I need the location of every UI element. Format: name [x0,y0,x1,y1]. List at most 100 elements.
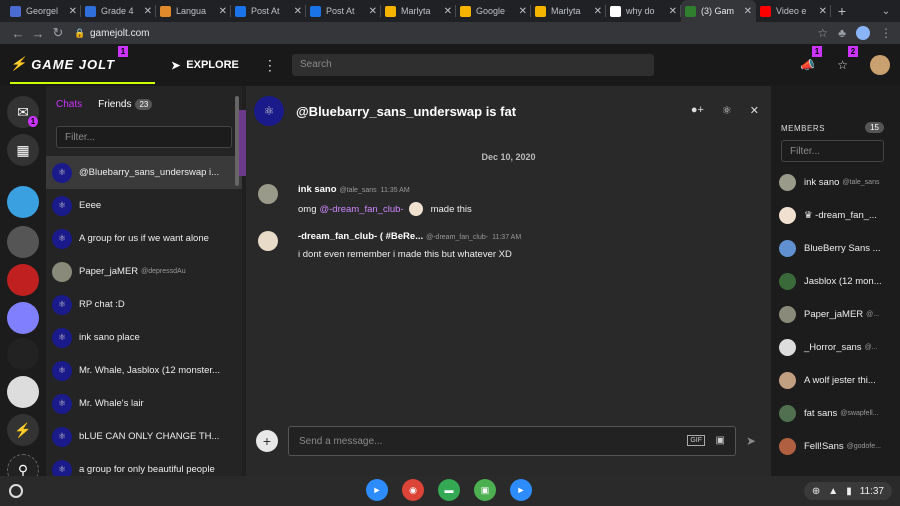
chat-list-item[interactable]: ⚛ ink sano place [46,321,242,354]
tab-close-icon[interactable]: ✕ [369,6,377,17]
bookmark-star-icon[interactable]: ☆ [817,26,828,40]
tab-close-icon[interactable]: ✕ [144,6,152,17]
member-item[interactable]: ink sano @tale_sans [771,166,900,199]
more-menu-icon[interactable]: ⋮ [263,57,277,74]
browser-tab[interactable]: Marlyta ✕ [381,0,456,22]
add-attachment-button[interactable]: + [256,430,278,452]
group-chat-icon: ⚛ [52,426,72,447]
add-member-icon[interactable]: ●+ [691,104,704,117]
user-avatar[interactable] [870,55,890,75]
community-avatar-6[interactable] [7,376,39,408]
chat-list-item[interactable]: ⚛ A group for us if we want alone [46,222,242,255]
member-item[interactable]: Jasblox (12 mon... [771,265,900,298]
tab-close-icon[interactable]: ✕ [519,6,527,17]
tab-close-icon[interactable]: ✕ [669,6,677,17]
profile-avatar[interactable] [856,26,870,40]
community-avatar-2[interactable] [7,226,39,258]
browser-tab[interactable]: Marlyta ✕ [531,0,606,22]
browser-tab[interactable]: Langua ✕ [156,0,231,22]
browser-tab[interactable]: Georgel ✕ [6,0,81,22]
tab-close-icon[interactable]: ✕ [594,6,602,17]
member-handle: @tale_sans [842,179,880,186]
tab-close-icon[interactable]: ✕ [744,6,752,17]
community-avatar-1[interactable] [7,186,39,218]
tab-title: Marlyta [401,6,431,16]
address-bar[interactable]: 🔒 gamejolt.com [74,28,149,39]
search-input[interactable]: Search [292,54,654,76]
battery-icon: ▮ [846,485,852,497]
chat-list-item[interactable]: ⚛ bLUE CAN ONLY CHANGE TH... [46,420,242,453]
chat-list-item[interactable]: ⚛ Eeee [46,189,242,222]
chat-list-item[interactable]: ⚛ @Bluebarry_sans_underswap i... [46,156,242,189]
chat-name: Mr. Whale, Jasblox (12 monster... [79,365,220,376]
tab-close-icon[interactable]: ✕ [444,6,452,17]
chat-list-item[interactable]: ⚛ Mr. Whale's lair [46,387,242,420]
tab-close-icon[interactable]: ✕ [294,6,302,17]
status-tray[interactable]: ⊕ ▲ ▮ 11:37 [803,482,892,500]
forward-arrow-icon[interactable]: → [28,26,48,41]
browser-tab[interactable]: Google ✕ [456,0,531,22]
tab-close-icon[interactable]: ✕ [819,6,827,17]
launcher-icon[interactable] [9,484,23,498]
browser-tab[interactable]: Post At ✕ [306,0,381,22]
mention-link[interactable]: @-dream_fan_club- [319,204,403,215]
browser-menu-icon[interactable]: ⋮ [880,26,892,40]
notifications-megaphone-icon[interactable]: 📣 [800,58,815,72]
zoom-app-icon-2[interactable]: ► [510,479,532,501]
tab-search-icon[interactable]: ⌄ [878,3,894,19]
meet-app-icon[interactable]: ▬ [438,479,460,501]
gamejolt-logo[interactable]: ⚡ GAME JOLT [10,46,156,84]
member-item[interactable]: A wolf jester thi... [771,364,900,397]
message-input[interactable]: Send a message... GIF ▣ [288,426,736,456]
browser-tab[interactable]: Video e ✕ [756,0,831,22]
member-avatar [779,306,796,323]
extensions-puzzle-icon[interactable]: ♣ [838,26,846,40]
message-avatar[interactable] [258,184,278,204]
community-avatar-5[interactable] [7,338,39,370]
explore-link[interactable]: ➤ EXPLORE [171,59,239,72]
chat-list-item[interactable]: ⚛ Mr. Whale, Jasblox (12 monster... [46,354,242,387]
member-item[interactable]: fat sans @swapfell... [771,397,900,430]
tab-friends[interactable]: Friends 23 [98,98,153,110]
friends-requests-icon[interactable]: ☆ [837,58,848,72]
members-filter-input[interactable]: Filter... [781,140,884,162]
reload-icon[interactable]: ↻ [48,25,68,41]
tab-chats[interactable]: Chats [56,99,82,110]
chrome-app-icon[interactable]: ◉ [402,479,424,501]
zoom-app-icon[interactable]: ► [366,479,388,501]
community-avatar-3[interactable] [7,264,39,296]
chat-list-item[interactable]: Paper_jaMER @depressdAu [46,255,242,288]
message-author[interactable]: ink sano [298,184,337,195]
url-text: gamejolt.com [90,27,150,39]
tab-close-icon[interactable]: ✕ [219,6,227,17]
member-item[interactable]: Fell!Sans @godofe... [771,430,900,463]
browser-tab[interactable]: why do ✕ [606,0,681,22]
back-arrow-icon[interactable]: ← [8,26,28,41]
gamejolt-community-icon[interactable]: ⚡ [7,414,39,446]
browser-tab[interactable]: Grade 4 ✕ [81,0,156,22]
library-icon[interactable]: ▦ [7,134,39,166]
chat-filter-input[interactable]: Filter... [56,126,232,148]
close-icon[interactable]: ✕ [750,104,759,117]
gif-button[interactable]: GIF [687,435,705,446]
class-app-icon[interactable]: ▣ [474,479,496,501]
browser-tab[interactable]: (3) Gam ✕ [681,0,756,22]
member-item[interactable]: ♛ -dream_fan_... [771,199,900,232]
message-author[interactable]: -dream_fan_club- ( #BeRe... [298,231,423,242]
new-tab-button[interactable]: + [831,0,853,22]
chat-list-item[interactable]: ⚛ a group for only beautiful people [46,453,242,476]
sticker-icon[interactable]: ▣ [716,435,725,446]
member-item[interactable]: BlueBerry Sans ... [771,232,900,265]
community-avatar-4[interactable] [7,302,39,334]
browser-tab[interactable]: Post At ✕ [231,0,306,22]
tab-title: Langua [176,6,207,16]
member-item[interactable]: Paper_jaMER @... [771,298,900,331]
members-icon[interactable]: ⚛ [722,104,732,117]
send-icon[interactable]: ➤ [746,434,756,448]
tab-close-icon[interactable]: ✕ [69,6,77,17]
message-avatar[interactable] [258,231,278,251]
chat-list-item[interactable]: ⚛ RP chat :D [46,288,242,321]
member-item[interactable]: _Horror_sans @... [771,331,900,364]
discover-search-icon[interactable]: ⚲ [7,454,39,476]
message-placeholder: Send a message... [299,436,383,447]
